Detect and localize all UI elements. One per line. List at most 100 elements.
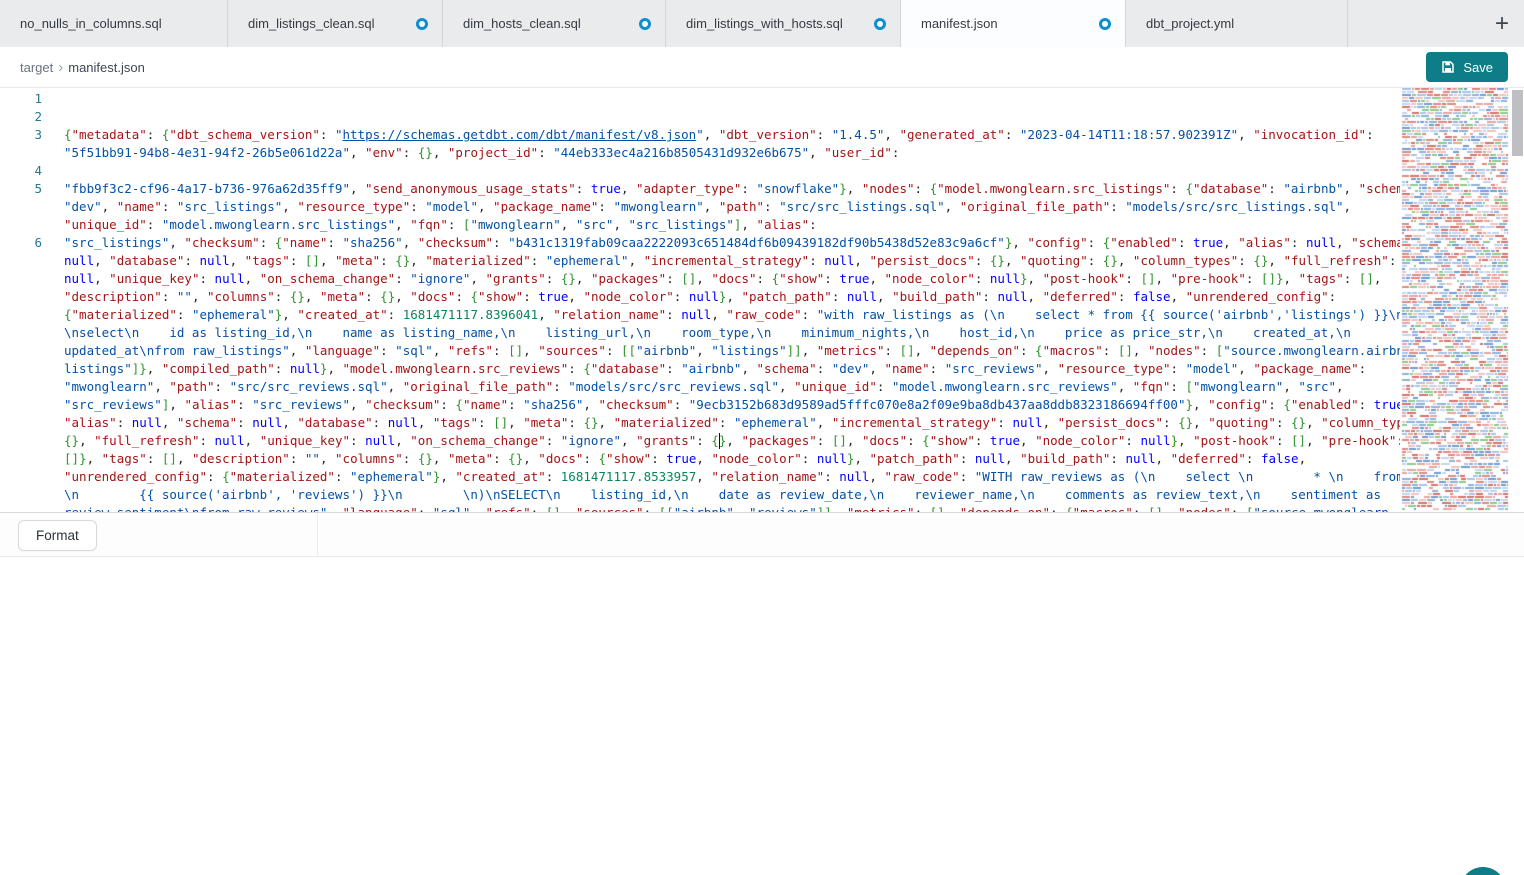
code-line: "dev", "name": "src_listings", "resource… — [0, 198, 1400, 216]
code-line: {}, "full_refresh": null, "unique_key": … — [0, 432, 1400, 450]
code-line: 2 — [0, 108, 1400, 126]
code-area[interactable]: 123{"metadata": {"dbt_schema_version": "… — [0, 90, 1400, 512]
code-line: null, "unique_key": null, "on_schema_cha… — [0, 270, 1400, 288]
line-number — [0, 288, 42, 306]
line-number — [0, 252, 42, 270]
line-number: 5 — [0, 180, 42, 198]
code-line-text: \n {{ source('airbnb', 'reviews') }}\n \… — [42, 486, 1400, 504]
text-cursor — [719, 433, 721, 449]
code-editor[interactable]: 123{"metadata": {"dbt_schema_version": "… — [0, 88, 1524, 512]
code-line: "mwonglearn", "path": "src/src_reviews.s… — [0, 378, 1400, 396]
line-number — [0, 360, 42, 378]
code-line: {"materialized": "ephemeral"}, "created_… — [0, 306, 1400, 324]
floppy-icon — [1441, 60, 1455, 74]
code-line-text: "src_listings", "checksum": {"name": "sh… — [42, 234, 1400, 252]
plus-icon: + — [1495, 10, 1509, 38]
line-number — [0, 432, 42, 450]
code-line: 5"fbb9f3c2-cf96-4a17-b736-976a62d35ff9",… — [0, 180, 1400, 198]
line-number: 3 — [0, 126, 42, 144]
code-line: updated_at\nfrom raw_listings", "languag… — [0, 342, 1400, 360]
code-line-text: "dev", "name": "src_listings", "resource… — [42, 198, 1400, 216]
code-line: "description": "", "columns": {}, "meta"… — [0, 288, 1400, 306]
line-number — [0, 324, 42, 342]
editor-tab[interactable]: dim_hosts_clean.sql — [443, 0, 666, 47]
line-number — [0, 504, 42, 512]
code-line-text: {"metadata": {"dbt_schema_version": "htt… — [42, 126, 1400, 144]
code-line-text: "src_reviews"], "alias": "src_reviews", … — [42, 396, 1400, 414]
editor-tab[interactable]: manifest.json — [901, 0, 1126, 47]
code-line: []}, "tags": [], "description": "", "col… — [0, 450, 1400, 468]
line-number — [0, 306, 42, 324]
results-panel — [0, 557, 1524, 875]
minimap[interactable] — [1400, 88, 1512, 512]
code-line-text: {}, "full_refresh": null, "unique_key": … — [42, 432, 1400, 450]
breadcrumb-folder[interactable]: target — [20, 60, 53, 75]
code-line-text: listings"]}, "compiled_path": null}, "mo… — [42, 360, 1400, 378]
code-line: 6"src_listings", "checksum": {"name": "s… — [0, 234, 1400, 252]
line-number — [0, 414, 42, 432]
breadcrumb-file[interactable]: manifest.json — [68, 60, 145, 75]
code-line-text: \nselect\n id as listing_id,\n name as l… — [42, 324, 1400, 342]
unsaved-changes-icon[interactable] — [874, 18, 886, 30]
line-number — [0, 450, 42, 468]
tab-bar-spacer — [1348, 0, 1480, 47]
line-number: 2 — [0, 108, 42, 126]
code-line: 4 — [0, 162, 1400, 180]
tab-label: manifest.json — [921, 16, 998, 31]
tab-bar: no_nulls_in_columns.sql dim_listings_clea… — [0, 0, 1524, 48]
unsaved-changes-icon[interactable] — [1099, 18, 1111, 30]
code-line-text: "fbb9f3c2-cf96-4a17-b736-976a62d35ff9", … — [42, 180, 1400, 198]
line-number — [0, 270, 42, 288]
code-line-text: []}, "tags": [], "description": "", "col… — [42, 450, 1400, 468]
tab-label: dim_listings_clean.sql — [248, 16, 374, 31]
code-line-text: null, "database": null, "tags": [], "met… — [42, 252, 1400, 270]
line-number: 6 — [0, 234, 42, 252]
scrollbar-thumb[interactable] — [1512, 90, 1523, 156]
editor-tab[interactable]: dim_listings_with_hosts.sql — [666, 0, 901, 47]
code-line-text: "alias": null, "schema": null, "database… — [42, 414, 1400, 432]
line-number — [0, 378, 42, 396]
code-line: listings"]}, "compiled_path": null}, "mo… — [0, 360, 1400, 378]
editor-tab[interactable]: dim_listings_clean.sql — [228, 0, 443, 47]
ide-window: no_nulls_in_columns.sql dim_listings_clea… — [0, 0, 1524, 875]
code-line: null, "database": null, "tags": [], "met… — [0, 252, 1400, 270]
breadcrumb-bar: target › manifest.json Save — [0, 47, 1524, 88]
code-line-text — [42, 90, 1400, 108]
code-line: "unrendered_config": {"materialized": "e… — [0, 468, 1400, 486]
unsaved-changes-icon[interactable] — [639, 18, 651, 30]
tab-label: no_nulls_in_columns.sql — [20, 16, 162, 31]
code-line-text: "description": "", "columns": {}, "meta"… — [42, 288, 1400, 306]
code-line: "unique_id": "model.mwonglearn.src_listi… — [0, 216, 1400, 234]
editor-toolbar: Format — [0, 512, 1524, 557]
save-button[interactable]: Save — [1426, 52, 1508, 82]
code-line-text: review_sentiment\nfrom raw_reviews", "la… — [42, 504, 1400, 512]
line-number — [0, 198, 42, 216]
editor-tab[interactable]: dbt_project.yml — [1126, 0, 1348, 47]
code-line: 1 — [0, 90, 1400, 108]
editor-tab[interactable]: no_nulls_in_columns.sql — [0, 0, 228, 47]
code-line-text — [42, 162, 1400, 180]
tab-label: dbt_project.yml — [1146, 16, 1234, 31]
save-button-label: Save — [1463, 60, 1493, 75]
code-line: \nselect\n id as listing_id,\n name as l… — [0, 324, 1400, 342]
new-tab-button[interactable]: + — [1480, 0, 1524, 47]
line-number: 1 — [0, 90, 42, 108]
code-line-text: updated_at\nfrom raw_listings", "languag… — [42, 342, 1400, 360]
code-line: "src_reviews"], "alias": "src_reviews", … — [0, 396, 1400, 414]
code-line-text: null, "unique_key": null, "on_schema_cha… — [42, 270, 1400, 288]
line-number — [0, 342, 42, 360]
chevron-right-icon: › — [58, 59, 63, 76]
toolbar-divider — [317, 513, 318, 556]
code-line: 3{"metadata": {"dbt_schema_version": "ht… — [0, 126, 1400, 144]
code-line-text — [42, 108, 1400, 126]
line-number — [0, 468, 42, 486]
line-number — [0, 144, 42, 162]
tab-label: dim_listings_with_hosts.sql — [686, 16, 843, 31]
line-number — [0, 486, 42, 504]
tab-label: dim_hosts_clean.sql — [463, 16, 581, 31]
code-line: "5f51bb91-94b8-4e31-94f2-26b5e061d22a", … — [0, 144, 1400, 162]
code-line-text: "mwonglearn", "path": "src/src_reviews.s… — [42, 378, 1400, 396]
code-line: "alias": null, "schema": null, "database… — [0, 414, 1400, 432]
unsaved-changes-icon[interactable] — [416, 18, 428, 30]
format-button[interactable]: Format — [18, 520, 97, 551]
